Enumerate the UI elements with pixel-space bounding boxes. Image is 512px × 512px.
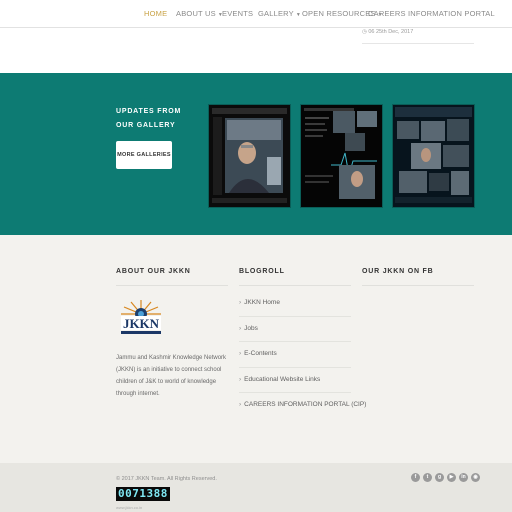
bullet-icon: › — [239, 350, 242, 357]
header-divider — [0, 27, 512, 28]
blogroll-heading: BLOGROLL — [239, 268, 285, 275]
about-jkkn-heading: ABOUT OUR JKKN — [116, 268, 191, 275]
nav-careers-portal[interactable]: CAREERS INFORMATION PORTAL — [368, 9, 495, 18]
copyright-text: © 2017 JKKN Team. All Rights Reserved. — [116, 476, 217, 482]
blogroll-item[interactable]: › CAREERS INFORMATION PORTAL (CIP) — [239, 393, 366, 418]
visitor-counter: 0071388 — [116, 487, 170, 501]
nav-gallery-label: GALLERY — [258, 9, 294, 18]
bullet-icon: › — [239, 324, 242, 332]
nav-resources-label: OPEN RESOURCES — [302, 9, 376, 18]
nav-about-us[interactable]: ABOUT US ▼ — [176, 9, 223, 18]
blogroll-item[interactable]: › E-Contents — [239, 342, 351, 368]
facebook-icon[interactable]: f — [411, 473, 420, 482]
blogroll-link[interactable]: Jobs — [244, 325, 258, 332]
blogroll-list: › JKKN Home › Jobs › E-Contents › Educationa… — [239, 291, 366, 418]
twitter-icon[interactable]: t — [423, 473, 432, 482]
nav-events-label: EVENTS — [222, 9, 254, 18]
bullet-icon: › — [239, 375, 242, 383]
fb-heading: OUR JKKN ON FB — [362, 268, 434, 275]
blogroll-item[interactable]: › Educational Website Links — [239, 368, 351, 393]
blogroll-heading-rule — [239, 285, 351, 286]
nav-home[interactable]: HOME — [144, 9, 167, 18]
linkedin-icon[interactable]: in — [459, 473, 468, 482]
bullet-icon: › — [239, 401, 242, 408]
blogroll-link[interactable]: JKKN Home — [244, 299, 280, 306]
logo-wordmark: JKKN — [123, 316, 160, 331]
gallery-thumbnail[interactable] — [300, 104, 383, 208]
more-galleries-button[interactable]: MORE GALLERIES — [116, 141, 172, 169]
counter-caption: www.jkkn.co.in — [116, 505, 143, 510]
bottom-bar: © 2017 JKKN Team. All Rights Reserved. 0… — [0, 463, 512, 512]
chevron-down-icon: ▼ — [295, 12, 302, 18]
video-call-image — [209, 105, 290, 207]
gallery-thumbnail[interactable] — [208, 104, 291, 208]
blogroll-link[interactable]: CAREERS INFORMATION PORTAL (CIP) — [244, 401, 366, 408]
gallery-heading: UPDATES FROM OUR GALLERY — [116, 108, 182, 129]
nav-about-label: ABOUT US — [176, 9, 216, 18]
video-call-image — [301, 105, 382, 207]
about-description: Jammu and Kashmir Knowledge Network (JKK… — [116, 355, 227, 397]
nav-gallery[interactable]: GALLERY ▼ — [258, 9, 301, 18]
video-call-image — [393, 105, 474, 207]
logo-image: JKKN — [121, 300, 161, 334]
fb-heading-rule — [362, 285, 474, 286]
jkkn-logo: JKKN — [116, 298, 166, 338]
nav-careers-label: CAREERS INFORMATION PORTAL — [368, 9, 495, 18]
blogroll-item[interactable]: › JKKN Home — [239, 291, 351, 317]
gallery-section: UPDATES FROM OUR GALLERY MORE GALLERIES — [0, 73, 512, 235]
google-plus-icon[interactable]: g — [435, 473, 444, 482]
about-heading-rule — [116, 285, 228, 286]
site-header: HOME ABOUT US ▼ EVENTS GALLERY ▼ OPEN RESO… — [0, 0, 512, 73]
blogroll-link[interactable]: Educational Website Links — [244, 376, 320, 383]
social-links: f t g ▶ in ◉ — [411, 473, 480, 482]
bullet-icon: › — [239, 299, 242, 306]
post-date: ◷ 06 25th Dec, 2017 — [362, 29, 414, 35]
youtube-icon[interactable]: ▶ — [447, 473, 456, 482]
blogroll-item[interactable]: › Jobs — [239, 317, 351, 342]
post-divider — [362, 43, 474, 44]
nav-events[interactable]: EVENTS — [222, 9, 253, 18]
nav-home-label: HOME — [144, 9, 168, 18]
gallery-thumbnail[interactable] — [392, 104, 475, 208]
rss-icon[interactable]: ◉ — [471, 473, 480, 482]
blogroll-link[interactable]: E-Contents — [244, 350, 277, 357]
